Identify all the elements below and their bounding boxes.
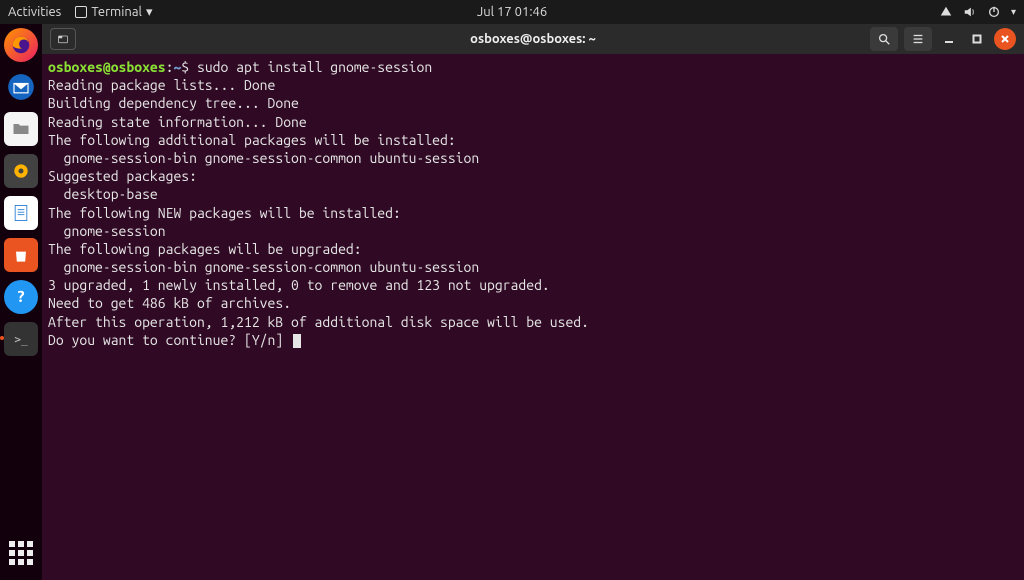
chevron-down-icon: ▾ bbox=[146, 5, 153, 20]
terminal-window: osboxes@osboxes: ~ osboxes@osboxes:~$ su… bbox=[42, 24, 1024, 580]
dock-app-help[interactable]: ? bbox=[4, 280, 38, 314]
speaker-icon bbox=[11, 161, 31, 181]
window-title: osboxes@osboxes: ~ bbox=[470, 32, 596, 46]
output-line: desktop-base bbox=[48, 186, 158, 202]
show-applications-button[interactable] bbox=[4, 536, 38, 570]
output-line: Need to get 486 kB of archives. bbox=[48, 295, 291, 311]
top-bar: Activities Terminal ▾ Jul 17 01:46 ▾ bbox=[0, 0, 1024, 24]
maximize-icon bbox=[972, 34, 982, 44]
output-line: gnome-session bbox=[48, 223, 166, 239]
power-icon bbox=[987, 5, 1001, 19]
volume-icon bbox=[963, 5, 977, 19]
output-line: Building dependency tree... Done bbox=[48, 95, 299, 111]
titlebar: osboxes@osboxes: ~ bbox=[42, 24, 1024, 54]
minimize-button[interactable] bbox=[938, 28, 960, 50]
system-tray[interactable]: ▾ bbox=[939, 5, 1016, 19]
app-menu-label: Terminal bbox=[91, 5, 142, 19]
output-line: The following packages will be upgraded: bbox=[48, 241, 362, 257]
terminal-prompt-icon: >_ bbox=[14, 333, 27, 346]
dock-app-firefox[interactable] bbox=[4, 28, 38, 62]
network-icon bbox=[939, 5, 953, 19]
activities-button[interactable]: Activities bbox=[8, 5, 61, 19]
document-icon bbox=[11, 203, 31, 223]
output-line: Reading package lists... Done bbox=[48, 77, 275, 93]
chevron-down-icon: ▾ bbox=[1011, 6, 1016, 18]
dock: ? >_ bbox=[0, 24, 42, 580]
terminal-output[interactable]: osboxes@osboxes:~$ sudo apt install gnom… bbox=[42, 54, 1024, 580]
search-button[interactable] bbox=[870, 27, 898, 51]
folder-icon bbox=[11, 119, 31, 139]
output-line: gnome-session-bin gnome-session-common u… bbox=[48, 150, 479, 166]
maximize-button[interactable] bbox=[966, 28, 988, 50]
terminal-icon bbox=[75, 6, 87, 18]
prompt-userhost: osboxes@osboxes bbox=[48, 59, 166, 75]
dock-app-files[interactable] bbox=[4, 112, 38, 146]
clock[interactable]: Jul 17 01:46 bbox=[477, 5, 547, 19]
cursor bbox=[293, 334, 301, 348]
close-icon bbox=[1000, 34, 1010, 44]
output-line: After this operation, 1,212 kB of additi… bbox=[48, 314, 589, 330]
prompt-command: sudo apt install gnome-session bbox=[197, 59, 432, 75]
firefox-icon bbox=[10, 34, 32, 56]
dock-app-writer[interactable] bbox=[4, 196, 38, 230]
thunderbird-icon bbox=[7, 73, 35, 101]
dock-app-thunderbird[interactable] bbox=[4, 70, 38, 104]
help-icon: ? bbox=[17, 288, 24, 306]
search-icon bbox=[877, 32, 891, 46]
output-line: Suggested packages: bbox=[48, 168, 197, 184]
close-button[interactable] bbox=[994, 28, 1016, 50]
output-line: 3 upgraded, 1 newly installed, 0 to remo… bbox=[48, 277, 550, 293]
dock-app-software[interactable] bbox=[4, 238, 38, 272]
new-tab-button[interactable] bbox=[50, 28, 76, 50]
dock-app-terminal[interactable]: >_ bbox=[4, 322, 38, 356]
dock-app-rhythmbox[interactable] bbox=[4, 154, 38, 188]
minimize-icon bbox=[944, 34, 954, 44]
hamburger-icon bbox=[911, 32, 925, 46]
output-line: gnome-session-bin gnome-session-common u… bbox=[48, 259, 479, 275]
output-line: Reading state information... Done bbox=[48, 114, 307, 130]
menu-button[interactable] bbox=[904, 27, 932, 51]
prompt-dollar: $ bbox=[181, 59, 197, 75]
app-menu[interactable]: Terminal ▾ bbox=[75, 5, 152, 20]
output-line: Do you want to continue? [Y/n] bbox=[48, 332, 291, 348]
output-line: The following additional packages will b… bbox=[48, 132, 456, 148]
output-line: The following NEW packages will be insta… bbox=[48, 205, 401, 221]
tab-icon bbox=[57, 33, 69, 45]
shopping-bag-icon bbox=[11, 245, 31, 265]
